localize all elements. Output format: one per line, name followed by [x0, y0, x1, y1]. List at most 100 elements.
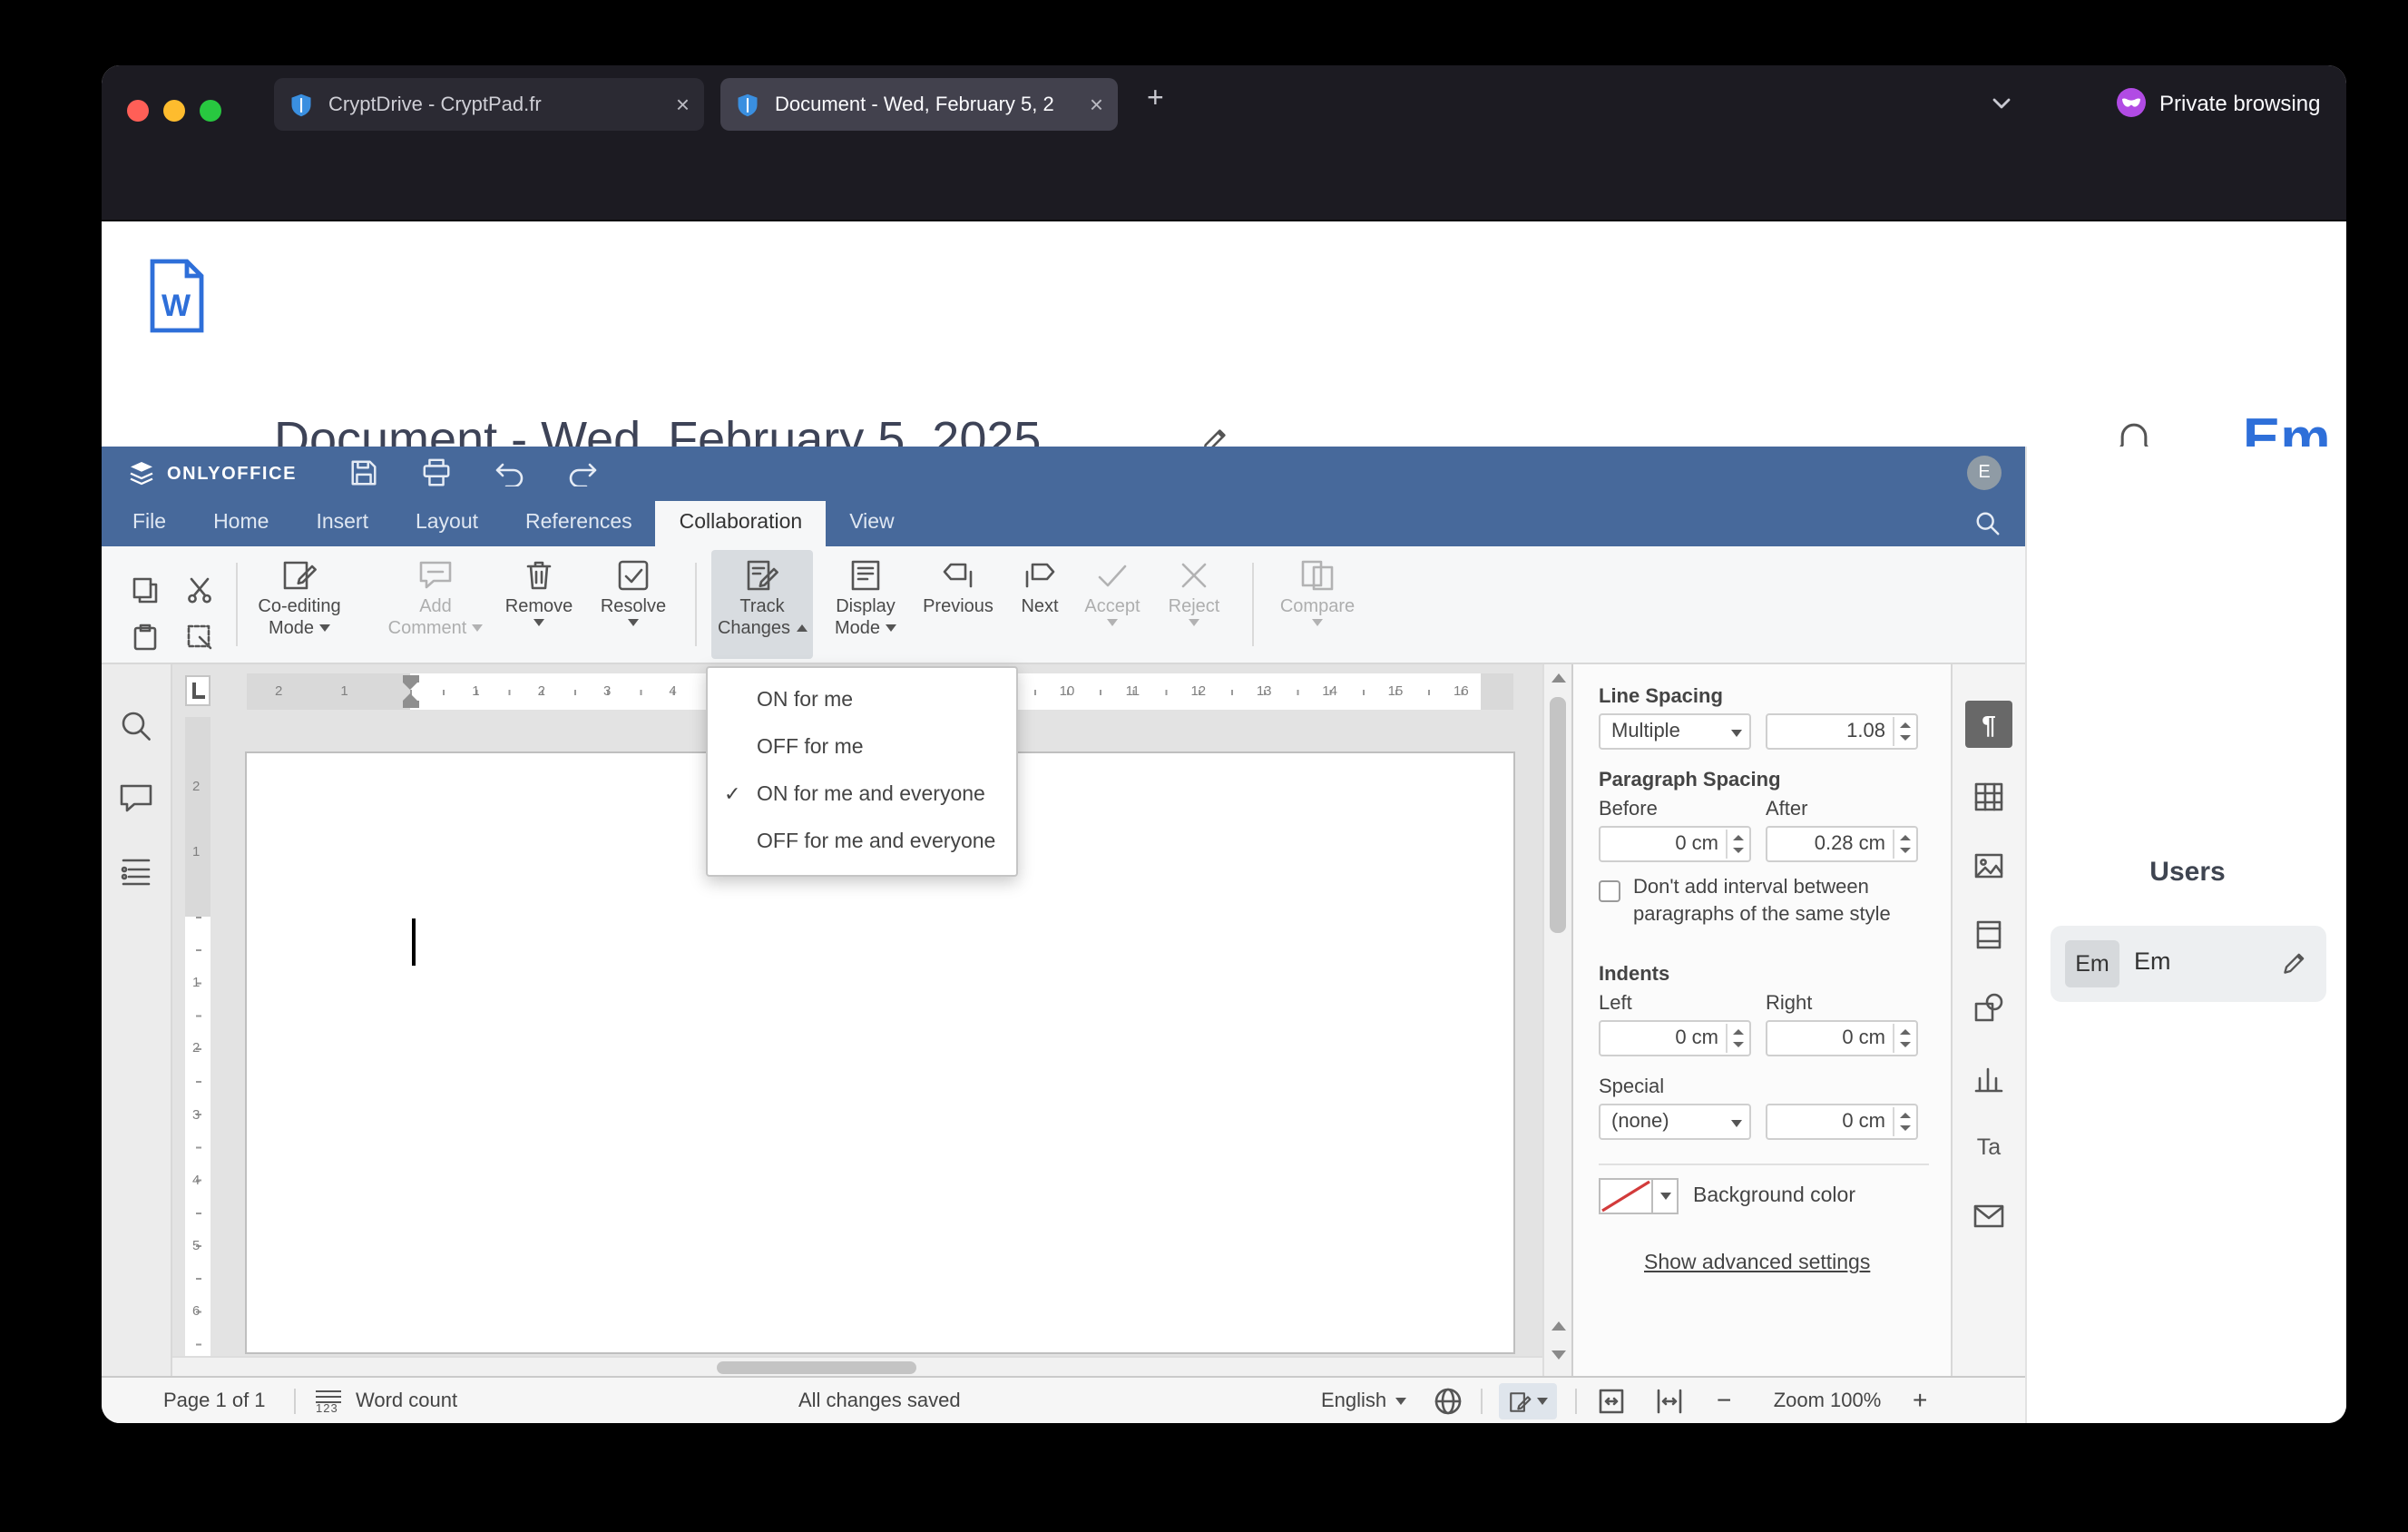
private-browsing-icon [2116, 87, 2147, 118]
tab-close-icon[interactable]: × [676, 91, 690, 118]
vertical-scroll-thumb[interactable] [1550, 697, 1566, 933]
spellcheck-globe-icon[interactable] [1434, 1387, 1463, 1416]
background-color-swatch[interactable] [1599, 1178, 1653, 1214]
zoom-in-button[interactable]: + [1913, 1385, 1927, 1414]
horizontal-scroll-thumb[interactable] [717, 1361, 916, 1374]
vertical-scrollbar[interactable] [1542, 664, 1571, 1376]
tab-document[interactable]: Document - Wed, February 5, 2 × [720, 78, 1118, 131]
tab-list-chevron-icon[interactable] [1989, 91, 2014, 116]
maximize-window-button[interactable] [200, 100, 221, 122]
copy-icon[interactable] [131, 575, 160, 604]
tab-collaboration[interactable]: Collaboration [655, 501, 827, 546]
menu-item-off-for-everyone[interactable]: OFF for me and everyone [708, 819, 1016, 866]
page-indicator[interactable]: Page 1 of 1 [163, 1390, 266, 1412]
private-browsing-label: Private browsing [2159, 91, 2321, 116]
browser-window: CryptDrive - CryptPad.fr × Document - We… [102, 65, 2346, 1423]
redo-icon[interactable] [566, 459, 599, 486]
user-avatar-chip: Em [2065, 940, 2119, 987]
tab-view[interactable]: View [826, 501, 917, 546]
tab-layout[interactable]: Layout [392, 501, 502, 546]
tab-title: CryptDrive - CryptPad.fr [328, 93, 542, 115]
mail-merge-icon[interactable] [1965, 1193, 2012, 1240]
paragraph-settings-icon[interactable]: ¶ [1965, 701, 2012, 748]
tab-home[interactable]: Home [190, 501, 292, 546]
cut-icon[interactable] [185, 575, 214, 604]
no-interval-checkbox[interactable] [1599, 880, 1620, 902]
line-spacing-select[interactable]: Multiple [1599, 713, 1751, 750]
resolve-button[interactable]: Resolve [582, 550, 684, 659]
save-icon[interactable] [348, 457, 379, 488]
spacing-after-spinner[interactable]: 0.28 cm [1766, 826, 1918, 862]
next-page-arrow[interactable] [1551, 1350, 1566, 1360]
previous-change-button[interactable]: Previous [907, 550, 1009, 659]
text-art-settings-icon[interactable]: Ta [1965, 1124, 2012, 1171]
tab-file[interactable]: File [109, 501, 190, 546]
special-value-spinner[interactable]: 0 cm [1766, 1104, 1918, 1140]
background-color-dropdown[interactable] [1653, 1178, 1679, 1214]
collaborator-avatar[interactable]: E [1967, 456, 2002, 490]
close-window-button[interactable] [127, 100, 149, 122]
screen: CryptDrive - CryptPad.fr × Document - We… [0, 0, 2408, 1532]
track-changes-status-button[interactable] [1499, 1383, 1557, 1419]
previous-change-icon [940, 557, 976, 594]
indent-right-spinner[interactable]: 0 cm [1766, 1020, 1918, 1056]
language-selector[interactable]: English [1321, 1390, 1407, 1412]
hanging-indent-marker[interactable] [402, 693, 418, 708]
line-spacing-label: Line Spacing [1599, 686, 1723, 708]
select-all-icon[interactable] [185, 623, 214, 652]
print-icon[interactable] [421, 457, 452, 488]
horizontal-scrollbar[interactable] [172, 1356, 1542, 1376]
v-ruler[interactable]: 2 1 1 2 3 4 5 6 [185, 717, 210, 1361]
previous-page-arrow[interactable] [1551, 1321, 1566, 1331]
paste-icon[interactable] [131, 623, 160, 652]
indent-left-spinner[interactable]: 0 cm [1599, 1020, 1751, 1056]
remove-comment-button[interactable]: Remove [488, 550, 590, 659]
menu-item-on-for-me[interactable]: ON for me [708, 677, 1016, 724]
ruler-number: 3 [192, 1105, 201, 1123]
shape-settings-icon[interactable] [1965, 984, 2012, 1031]
comments-panel-icon[interactable] [118, 781, 154, 817]
ruler-number: 4 [192, 1171, 201, 1188]
menu-item-on-for-everyone[interactable]: ✓ ON for me and everyone [708, 771, 1016, 819]
navigation-headings-icon[interactable] [118, 853, 154, 889]
ruler-number: 6 [192, 1302, 201, 1320]
line-spacing-value-spinner[interactable]: 1.08 [1766, 713, 1918, 750]
table-settings-icon[interactable] [1965, 773, 2012, 820]
paragraph-spacing-label: Paragraph Spacing [1599, 770, 1781, 791]
reject-change-button: Reject [1149, 550, 1239, 659]
new-tab-button[interactable]: + [1147, 83, 1164, 116]
add-comment-icon [417, 557, 454, 594]
chart-settings-icon[interactable] [1965, 1055, 2012, 1102]
header-footer-settings-icon[interactable] [1965, 911, 2012, 958]
zoom-level[interactable]: Zoom 100% [1757, 1390, 1898, 1412]
menu-item-off-for-me[interactable]: OFF for me [708, 724, 1016, 771]
ruler-number: 14 [1322, 683, 1337, 699]
fit-width-icon[interactable] [1655, 1387, 1684, 1416]
tab-close-icon[interactable]: × [1090, 91, 1103, 118]
special-select[interactable]: (none) [1599, 1104, 1751, 1140]
spacing-before-spinner[interactable]: 0 cm [1599, 826, 1751, 862]
find-icon[interactable] [118, 708, 154, 744]
first-line-indent-marker[interactable] [402, 675, 418, 690]
cryptpad-shield-icon [289, 92, 314, 117]
scroll-up-arrow[interactable] [1551, 673, 1566, 683]
edit-user-pencil-icon[interactable] [2281, 949, 2308, 977]
image-settings-icon[interactable] [1965, 842, 2012, 889]
zoom-out-button[interactable]: − [1717, 1385, 1731, 1414]
display-mode-button[interactable]: Display Mode [815, 550, 916, 659]
fit-page-icon[interactable] [1597, 1387, 1626, 1416]
advanced-settings-link[interactable]: Show advanced settings [1644, 1252, 1870, 1274]
changes-saved-status: All changes saved [798, 1390, 961, 1412]
tab-cryptdrive[interactable]: CryptDrive - CryptPad.fr × [274, 78, 704, 131]
tab-insert[interactable]: Insert [292, 501, 392, 546]
tab-references[interactable]: References [502, 501, 656, 546]
undo-icon[interactable] [494, 459, 526, 486]
coediting-mode-button[interactable]: Co-editing Mode [249, 550, 350, 659]
editor-search-icon[interactable] [1974, 510, 2002, 537]
tab-stop-selector[interactable] [185, 675, 210, 706]
word-count-label[interactable]: Word count [356, 1390, 457, 1412]
user-list-item[interactable]: Em Em [2051, 926, 2326, 1002]
track-changes-button[interactable]: Track Changes [711, 550, 813, 659]
minimize-window-button[interactable] [163, 100, 185, 122]
ruler-number: 2 [192, 777, 201, 794]
